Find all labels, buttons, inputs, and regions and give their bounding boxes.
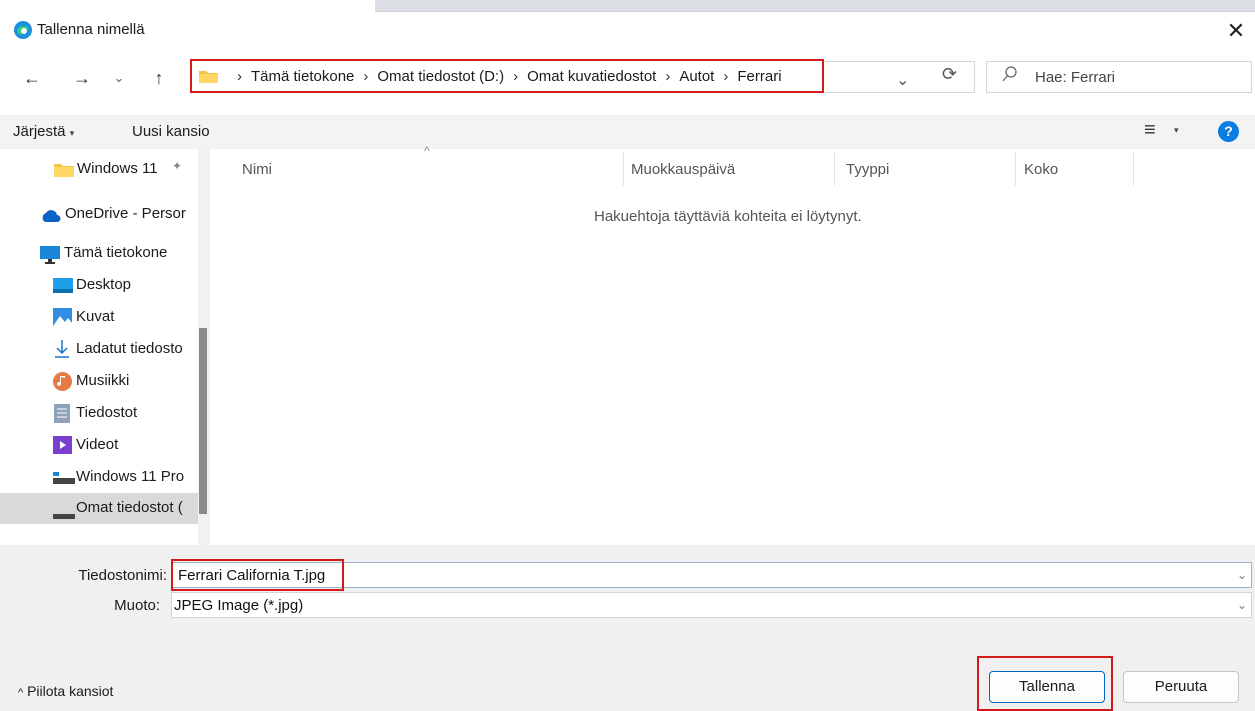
search-icon <box>1002 66 1018 87</box>
folder-icon <box>198 68 219 87</box>
sidebar-item-label: Windows 11 Pro <box>76 468 185 485</box>
breadcrumb-item[interactable]: Omat kuvatiedostot <box>527 68 656 85</box>
sidebar-item-documents[interactable]: Tiedostot <box>0 398 198 429</box>
documents-icon <box>54 404 70 427</box>
sidebar-item-label: Desktop <box>76 276 132 293</box>
new-folder-button[interactable]: Uusi kansio <box>132 123 210 140</box>
type-dropdown-icon[interactable]: ⌄ <box>1237 598 1247 612</box>
top-shade <box>375 0 1255 12</box>
type-select[interactable] <box>171 592 1252 618</box>
computer-icon <box>40 246 60 268</box>
sidebar-item-onedrive[interactable]: OneDrive - Persor <box>0 199 198 230</box>
organize-label: Järjestä <box>13 123 66 140</box>
breadcrumb-item[interactable]: Omat tiedostot (D:) <box>377 68 504 85</box>
filename-dropdown-icon[interactable]: ⌄ <box>1237 568 1247 582</box>
sort-indicator-icon: ^ <box>424 144 430 158</box>
sidebar-item-desktop[interactable]: Desktop <box>0 270 198 301</box>
search-box[interactable] <box>986 61 1252 93</box>
organize-button[interactable]: Järjestä ▾ <box>13 123 74 140</box>
hide-folders-label: Piilota kansiot <box>27 683 114 699</box>
sidebar-item-omat-tiedostot[interactable]: Omat tiedostot ( <box>0 493 198 524</box>
filename-label: Tiedostonimi: <box>78 567 167 584</box>
title-bar <box>0 12 1255 50</box>
sidebar-item-label: Tämä tietokone <box>64 244 168 261</box>
column-divider[interactable] <box>623 152 624 186</box>
column-header-name[interactable]: Nimi <box>242 161 272 178</box>
top-strip <box>0 0 1255 12</box>
drive-icon <box>53 471 75 488</box>
forward-button[interactable]: → <box>70 66 94 90</box>
help-button[interactable]: ? <box>1218 121 1239 142</box>
breadcrumb-item[interactable]: Tämä tietokone <box>251 68 354 85</box>
breadcrumb-separator-icon[interactable]: › <box>237 68 242 85</box>
sidebar-item-label: Kuvat <box>76 308 115 325</box>
breadcrumb: › Tämä tietokone › Omat tiedostot (D:) › Omat… <box>228 68 782 85</box>
sidebar-scrollbar-thumb[interactable] <box>199 328 207 514</box>
type-label: Muoto: <box>114 597 160 614</box>
download-icon <box>54 340 70 362</box>
breadcrumb-separator-icon[interactable]: › <box>723 68 728 85</box>
breadcrumb-separator-icon[interactable]: › <box>363 68 368 85</box>
address-dropdown-button[interactable]: ⌄ <box>896 70 909 90</box>
sidebar-item-this-pc[interactable]: Tämä tietokone <box>0 238 198 269</box>
sidebar-item-label: OneDrive - Persor <box>65 205 186 222</box>
chevron-up-icon: ^ <box>18 687 24 699</box>
column-header-size[interactable]: Koko <box>1024 161 1058 178</box>
sidebar-item-downloads[interactable]: Ladatut tiedosto <box>0 334 198 365</box>
sidebar-item-windows11-pro[interactable]: Windows 11 Pro <box>0 462 198 493</box>
refresh-button[interactable]: ⟳ <box>942 64 957 85</box>
breadcrumb-item[interactable]: Ferrari <box>737 68 781 85</box>
column-divider[interactable] <box>1133 152 1134 186</box>
sidebar-item-music[interactable]: Musiikki <box>0 366 198 397</box>
search-input[interactable]: Hae: Ferrari <box>1035 69 1115 86</box>
sidebar-item-label: Ladatut tiedosto <box>76 340 183 357</box>
pictures-icon <box>53 308 72 330</box>
column-header-modified[interactable]: Muokkauspäivä <box>631 161 735 178</box>
column-divider[interactable] <box>834 152 835 186</box>
videos-icon <box>53 436 72 458</box>
sidebar-item-label: Musiikki <box>76 372 130 389</box>
save-highlight <box>977 656 1113 711</box>
cancel-button[interactable]: Peruuta <box>1123 671 1239 703</box>
view-options-icon[interactable]: ≡ <box>1144 119 1156 142</box>
up-button[interactable]: ↑ <box>147 66 171 90</box>
sidebar-item-pictures[interactable]: Kuvat <box>0 302 198 333</box>
sidebar-item-videos[interactable]: Videot <box>0 430 198 461</box>
edge-logo-icon <box>13 20 33 43</box>
sidebar-item-label: Omat tiedostot ( <box>76 499 183 516</box>
sidebar-item-windows11[interactable]: Windows 11 ✦ <box>0 154 198 185</box>
close-button[interactable]: ✕ <box>1222 14 1250 48</box>
organize-caret-icon: ▾ <box>69 128 75 138</box>
breadcrumb-item[interactable]: Autot <box>679 68 714 85</box>
back-button[interactable]: ← <box>20 66 44 90</box>
breadcrumb-separator-icon[interactable]: › <box>513 68 518 85</box>
sidebar-item-label: Videot <box>76 436 119 453</box>
filename-highlight <box>171 559 344 591</box>
pin-icon: ✦ <box>172 159 183 173</box>
empty-message: Hakuehtoja täyttäviä kohteita ei löytyny… <box>594 208 862 225</box>
sidebar-item-label: Windows 11 <box>77 160 158 177</box>
desktop-icon <box>53 278 73 297</box>
breadcrumb-separator-icon[interactable]: › <box>665 68 670 85</box>
view-caret-icon[interactable]: ▾ <box>1174 125 1179 136</box>
drive-icon <box>53 507 75 524</box>
navigation-pane: Windows 11 ✦ OneDrive - Persor Tämä tiet… <box>0 149 210 545</box>
type-select-value: JPEG Image (*.jpg) <box>174 597 304 614</box>
sidebar-item-label: Tiedostot <box>76 404 138 421</box>
recent-locations-button[interactable]: ⌄ <box>107 66 131 90</box>
cloud-icon <box>40 209 62 226</box>
column-divider[interactable] <box>1015 152 1016 186</box>
folder-icon <box>54 162 74 181</box>
music-icon <box>53 372 72 395</box>
column-header-type[interactable]: Tyyppi <box>846 161 889 178</box>
window-title: Tallenna nimellä <box>37 21 145 38</box>
hide-folders-button[interactable]: ^ Piilota kansiot <box>18 683 113 699</box>
